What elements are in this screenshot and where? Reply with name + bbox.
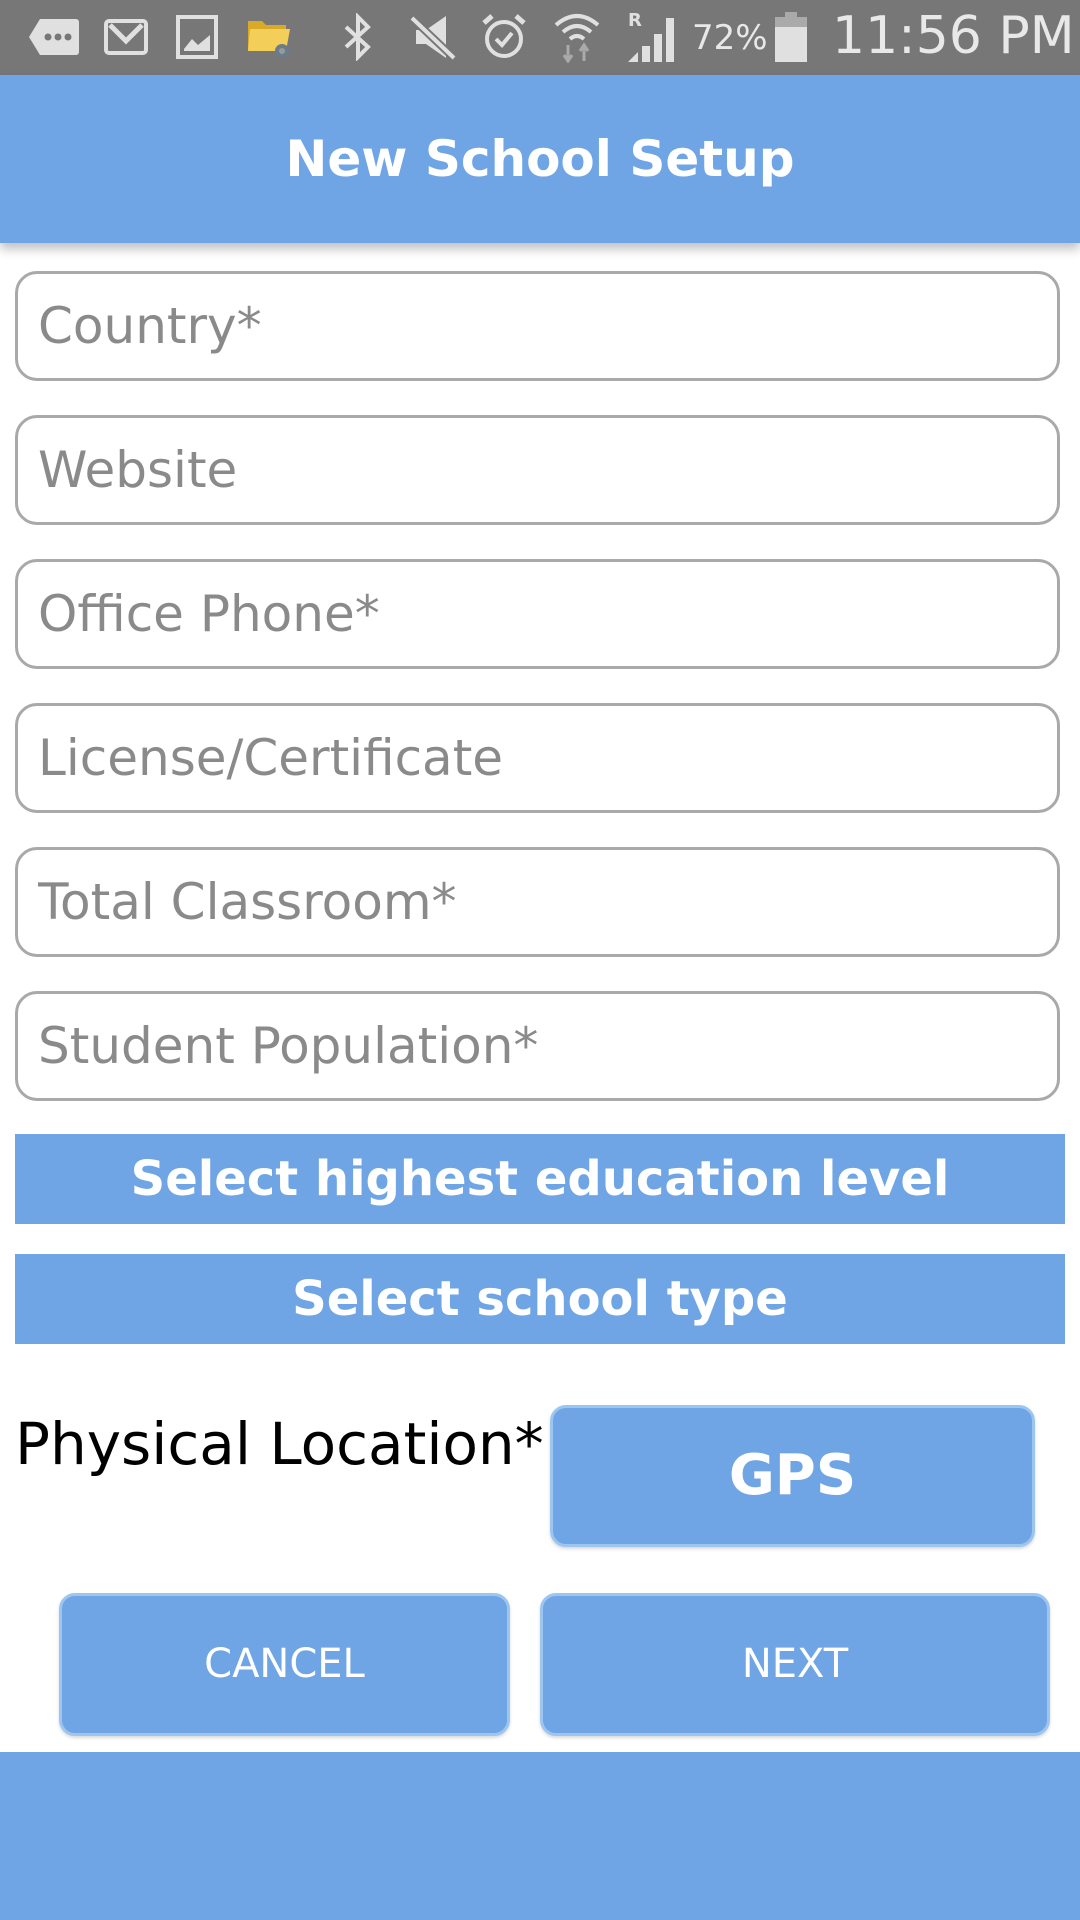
education-level-select[interactable]: Select highest education level <box>15 1134 1065 1224</box>
next-button[interactable]: NEXT <box>540 1593 1050 1736</box>
app-bar: New School Setup <box>0 75 1080 243</box>
website-input[interactable] <box>18 418 1057 522</box>
file-manager-icon <box>246 12 296 62</box>
clock: 11:56 PM <box>832 6 1075 66</box>
website-field-container <box>15 415 1060 525</box>
battery-icon <box>774 12 808 62</box>
wifi-icon <box>552 12 602 63</box>
total-classroom-field-container <box>15 847 1060 957</box>
more-notifications-icon <box>28 12 80 62</box>
bluetooth-icon <box>340 12 376 62</box>
status-bar: R 72% 11:56 PM <box>0 0 1080 75</box>
roaming-indicator: R <box>628 10 642 31</box>
alarm-icon <box>480 12 528 62</box>
battery-percent: 72% <box>692 18 768 58</box>
footer-bar <box>0 1752 1080 1920</box>
license-certificate-field-container <box>15 703 1060 813</box>
page-title: New School Setup <box>285 130 795 188</box>
gmail-icon <box>104 12 148 62</box>
country-input[interactable] <box>18 274 1057 378</box>
student-population-input[interactable] <box>18 994 1057 1098</box>
country-field-container <box>15 271 1060 381</box>
cancel-button[interactable]: CANCEL <box>59 1593 510 1736</box>
signal-roaming-icon: R <box>626 10 678 62</box>
gps-button[interactable]: GPS <box>550 1405 1035 1547</box>
gallery-icon <box>176 12 218 62</box>
license-certificate-input[interactable] <box>18 706 1057 810</box>
student-population-field-container <box>15 991 1060 1101</box>
physical-location-label: Physical Location* <box>15 1410 544 1478</box>
office-phone-input[interactable] <box>18 562 1057 666</box>
mute-icon <box>410 12 458 62</box>
school-type-select[interactable]: Select school type <box>15 1254 1065 1344</box>
office-phone-field-container <box>15 559 1060 669</box>
total-classroom-input[interactable] <box>18 850 1057 954</box>
